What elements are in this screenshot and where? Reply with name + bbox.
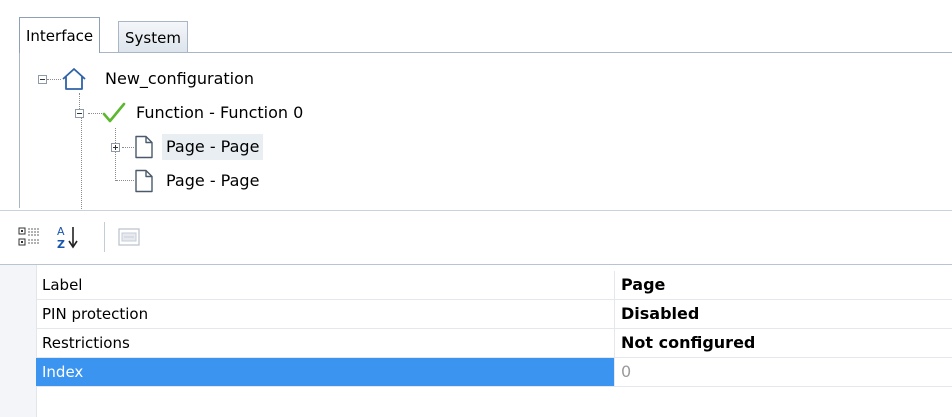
toolbar-separator [104, 222, 105, 252]
property-row-pin-protection[interactable]: PIN protection Disabled [36, 300, 952, 329]
tree-node-function[interactable]: Function - Function 0 [102, 99, 307, 127]
property-row-label[interactable]: Label Page [36, 271, 952, 300]
tree-connector [115, 128, 117, 181]
tree-node-label: New_configuration [105, 69, 255, 88]
page-icon [134, 169, 154, 193]
tree-node-page[interactable]: Page - Page [134, 167, 263, 195]
tree-connector [81, 117, 83, 209]
property-name: Label [36, 271, 615, 299]
property-value[interactable]: 0 [616, 358, 952, 386]
tree-node-page[interactable]: Page - Page [134, 133, 264, 161]
collapse-toggle[interactable] [75, 109, 84, 118]
grid-gutter [0, 265, 37, 417]
property-value[interactable]: Not configured [616, 329, 952, 357]
property-name: Restrictions [36, 329, 615, 357]
categorized-list-icon [18, 226, 42, 248]
tree-connector [88, 113, 102, 115]
categorized-button[interactable] [16, 223, 44, 251]
property-pages-button[interactable] [115, 223, 143, 251]
property-name: Index [36, 358, 615, 386]
property-value[interactable]: Page [616, 271, 952, 299]
property-row-index[interactable]: Index 0 [36, 358, 952, 387]
property-row-restrictions[interactable]: Restrictions Not configured [36, 329, 952, 358]
tree-node-label: Function - Function 0 [136, 103, 304, 122]
property-value[interactable]: Disabled [616, 300, 952, 328]
svg-text:Z: Z [57, 238, 65, 250]
tree-panel: Interface System New_configuration Funct… [0, 0, 952, 211]
checkmark-icon [102, 102, 126, 124]
property-toolbar: A Z [0, 211, 952, 264]
tree-connector [122, 147, 134, 149]
tree-connector [47, 79, 61, 81]
tree-node-label: Page - Page [166, 171, 260, 190]
property-pages-icon [117, 226, 141, 248]
sort-az-icon: A Z [55, 224, 81, 250]
configuration-tree: New_configuration Function - Function 0 … [19, 53, 952, 209]
tab-strip: Interface System [19, 17, 952, 53]
property-name: PIN protection [36, 300, 615, 328]
tree-connector [116, 180, 134, 182]
tab-system[interactable]: System [118, 21, 188, 52]
tab-interface[interactable]: Interface [19, 17, 101, 53]
page-icon [134, 135, 154, 159]
tree-node-root[interactable]: New_configuration [61, 65, 258, 93]
svg-text:A: A [57, 225, 65, 238]
property-grid: Label Page PIN protection Disabled Restr… [0, 264, 952, 417]
collapse-toggle[interactable] [38, 75, 47, 84]
house-icon [61, 67, 87, 91]
sort-alphabetical-button[interactable]: A Z [54, 223, 82, 251]
expand-toggle[interactable] [111, 143, 120, 152]
tree-node-label: Page - Page [162, 134, 264, 160]
